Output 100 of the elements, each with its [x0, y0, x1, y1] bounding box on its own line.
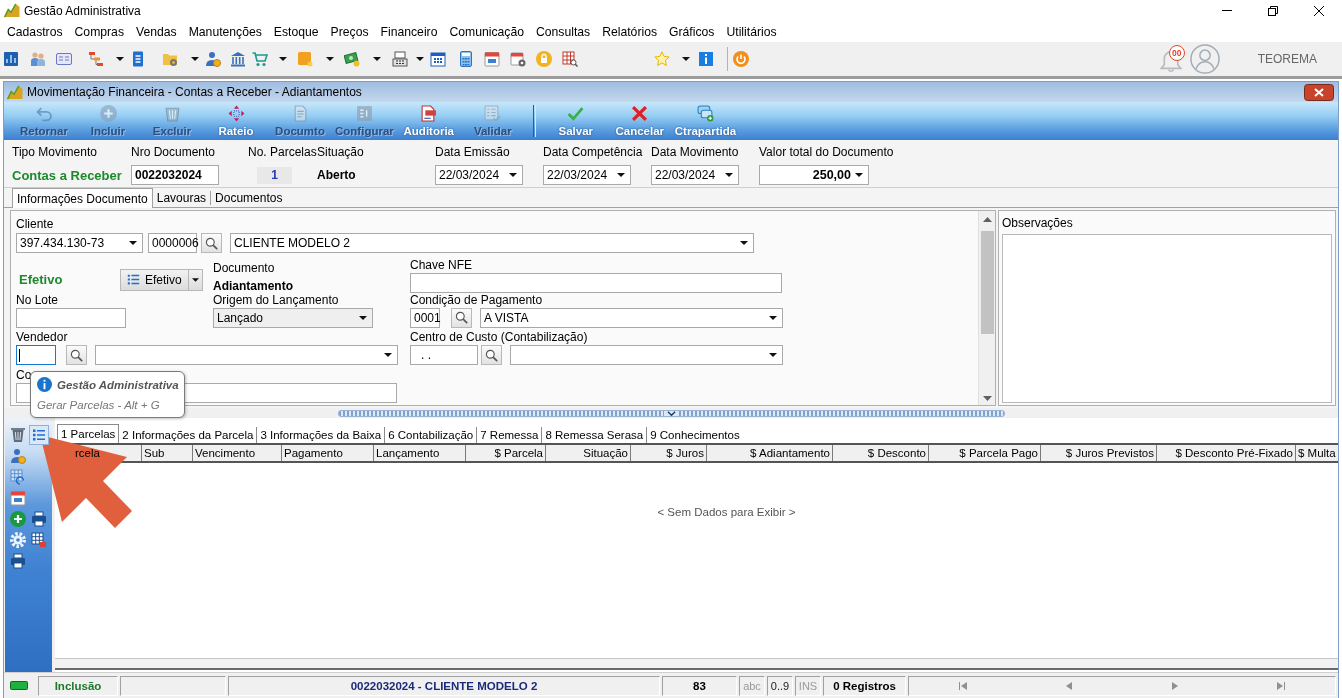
column-header[interactable]: $ Juros Previstos: [1041, 445, 1157, 461]
tab[interactable]: Lavouras: [152, 189, 211, 207]
close-icon[interactable]: [1314, 5, 1324, 16]
horizontal-scrollbar[interactable]: [55, 658, 1338, 670]
grid-refresh-icon[interactable]: [10, 468, 26, 485]
menu-item[interactable]: Manutenções: [188, 24, 262, 39]
column-header[interactable]: $ Parcela Pago: [929, 445, 1041, 461]
people-icon[interactable]: [30, 51, 46, 67]
tab[interactable]: 2 Informações da Parcela: [119, 427, 257, 443]
calculator-icon[interactable]: [458, 51, 474, 67]
date-dropdown[interactable]: 22/03/2024: [435, 165, 523, 185]
hierarchy-icon[interactable]: [88, 51, 104, 67]
status-button[interactable]: Efetivo: [120, 268, 189, 291]
dropdown-field[interactable]: 397.434.130-73: [16, 233, 143, 253]
menu-item[interactable]: Estoque: [273, 24, 319, 39]
info-icon[interactable]: [698, 51, 714, 67]
menu-item[interactable]: Vendas: [136, 24, 177, 39]
text-field[interactable]: [16, 307, 126, 328]
plus-circle-icon[interactable]: [10, 510, 26, 527]
caret-down-icon[interactable]: [326, 57, 334, 61]
calendar-page-icon[interactable]: [484, 51, 500, 67]
menu-item[interactable]: Cadastros: [7, 24, 63, 39]
caret-down-icon[interactable]: [416, 57, 424, 61]
caret-down-icon[interactable]: [682, 57, 690, 61]
text-field[interactable]: 0001: [410, 307, 440, 328]
amount-dropdown[interactable]: 250,00: [759, 165, 869, 185]
folder-gear-icon[interactable]: [162, 51, 178, 67]
trash-icon[interactable]: [10, 427, 26, 442]
splitter-handle[interactable]: [338, 409, 1005, 417]
calendar-gear-icon[interactable]: [510, 51, 526, 67]
bank-icon[interactable]: [230, 51, 246, 67]
printer-icon[interactable]: [31, 510, 47, 527]
column-header[interactable]: Situação: [546, 445, 631, 461]
scroll-up-icon[interactable]: [982, 217, 992, 222]
column-header[interactable]: $ Multa: [1296, 445, 1338, 461]
id-card-icon[interactable]: [56, 51, 72, 67]
restore-icon[interactable]: [1268, 5, 1278, 16]
date-dropdown[interactable]: 22/03/2024: [543, 165, 631, 185]
chevron-down-icon[interactable]: [667, 410, 676, 416]
grid-icon[interactable]: [31, 531, 47, 548]
scrollbar-thumb[interactable]: [980, 231, 994, 334]
menu-item[interactable]: Relatórios: [602, 24, 658, 39]
column-header[interactable]: $ Desconto: [833, 445, 929, 461]
text-field[interactable]: 0000006: [148, 233, 197, 253]
menu-item[interactable]: Financeiro: [380, 24, 438, 39]
menu-item[interactable]: Utilitários: [726, 24, 777, 39]
text-field[interactable]: 0022032024: [131, 165, 219, 185]
menu-item[interactable]: Comunicação: [449, 24, 524, 39]
dropdown-field[interactable]: CLIENTE MODELO 2: [230, 233, 754, 253]
search-button[interactable]: [481, 345, 502, 365]
search-button[interactable]: [451, 307, 472, 328]
column-header[interactable]: Pagamento: [282, 445, 374, 461]
dropdown-field[interactable]: Lançado: [213, 307, 373, 328]
dropdown-field[interactable]: [510, 345, 783, 365]
calendar-page-icon[interactable]: [10, 489, 26, 506]
person-coin-icon[interactable]: [10, 447, 26, 464]
column-header[interactable]: Lançamento: [374, 445, 466, 461]
cart-icon[interactable]: [252, 51, 268, 67]
chart-icon[interactable]: [3, 51, 19, 67]
previous-record-icon[interactable]: [1066, 681, 1073, 690]
person-coin-icon[interactable]: [205, 51, 221, 67]
printer-icon[interactable]: [10, 552, 26, 569]
close-icon[interactable]: [1304, 83, 1334, 101]
dropdown-field[interactable]: A VISTA: [480, 307, 783, 328]
text-field[interactable]: . .: [410, 345, 478, 365]
caret-down-icon[interactable]: [279, 57, 287, 61]
calendar-icon[interactable]: [430, 51, 446, 67]
dropdown-field[interactable]: [95, 345, 398, 365]
caret-down-icon[interactable]: [373, 57, 381, 61]
vertical-scrollbar[interactable]: [978, 211, 995, 405]
column-header[interactable]: $ Juros: [631, 445, 707, 461]
cash-register-icon[interactable]: [392, 51, 408, 67]
column-header[interactable]: $ Parcela: [466, 445, 546, 461]
power-icon[interactable]: [733, 51, 749, 67]
search-button[interactable]: [66, 345, 87, 365]
bell-icon[interactable]: [1158, 51, 1183, 73]
menu-item[interactable]: Preços: [330, 24, 369, 39]
banknote-icon[interactable]: [344, 51, 360, 67]
menu-item[interactable]: Compras: [74, 24, 124, 39]
list-icon[interactable]: [29, 424, 49, 445]
scroll-down-icon[interactable]: [982, 396, 992, 401]
date-dropdown[interactable]: 22/03/2024: [651, 165, 739, 185]
table-search-icon[interactable]: [562, 51, 578, 67]
star-icon[interactable]: [654, 51, 670, 67]
tab[interactable]: Documentos: [210, 191, 287, 205]
document-icon[interactable]: [130, 51, 146, 67]
column-header[interactable]: Sub: [142, 445, 193, 461]
notes-field[interactable]: [1002, 234, 1332, 403]
caret-down-icon[interactable]: [116, 57, 124, 61]
last-record-icon[interactable]: [1277, 681, 1286, 690]
menu-item[interactable]: Consultas: [535, 24, 591, 39]
column-header[interactable]: $ Adiantamento: [707, 445, 833, 461]
column-header[interactable]: Vencimento: [193, 445, 282, 461]
column-header[interactable]: $ Desconto Pré-Fixado: [1157, 445, 1296, 461]
tab[interactable]: Informações Documento: [12, 188, 153, 208]
text-field[interactable]: [16, 345, 56, 365]
menu-item[interactable]: Gráficos: [669, 24, 715, 39]
text-field[interactable]: [410, 272, 782, 293]
caret-down-icon[interactable]: [191, 57, 199, 61]
next-record-icon[interactable]: [1171, 681, 1178, 690]
